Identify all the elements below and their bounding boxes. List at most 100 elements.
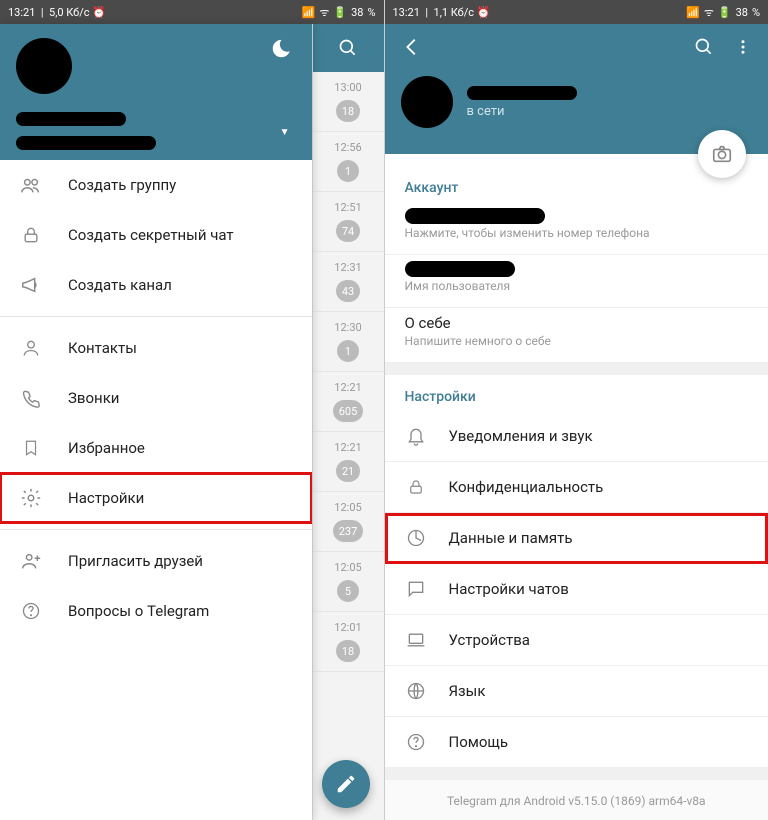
left-screenshot: 13:21 | 5,0 Кб/c ⏰ 📶 ᯤ 🔋 38 % 13:0018 12…: [0, 0, 384, 820]
account-info[interactable]: [16, 112, 296, 150]
profile-avatar[interactable]: [401, 76, 453, 128]
row-label: Помощь: [449, 733, 509, 751]
chat-item[interactable]: 12:055: [313, 552, 384, 612]
unread-badge: 43: [336, 280, 360, 302]
status-time: 13:21: [393, 6, 420, 19]
help-icon: [405, 731, 427, 753]
settings-toolbar: в сети: [385, 24, 768, 154]
menu-label: Настройки: [68, 489, 144, 507]
unread-badge: 18: [336, 640, 360, 662]
row-notifications[interactable]: Уведомления и звук: [385, 411, 768, 462]
globe-icon: [405, 680, 427, 702]
drawer-header: ▼: [0, 24, 312, 160]
menu-settings[interactable]: Настройки: [0, 473, 312, 523]
menu-contacts[interactable]: Контакты: [0, 323, 312, 373]
menu-calls[interactable]: Звонки: [0, 373, 312, 423]
menu-label: Создать канал: [68, 276, 172, 294]
row-data-storage[interactable]: Данные и память: [385, 513, 768, 564]
about-field[interactable]: О себе Напишите немного о себе: [385, 308, 768, 363]
signal-icon: 📶: [302, 6, 316, 19]
row-chat-settings[interactable]: Настройки чатов: [385, 564, 768, 615]
chat-item[interactable]: 12:30 1: [313, 312, 384, 372]
about-hint: Напишите немного о себе: [405, 334, 749, 348]
row-label: Язык: [449, 682, 486, 700]
chat-item[interactable]: 12:561: [313, 132, 384, 192]
battery-icon: 🔋: [333, 6, 347, 19]
back-button[interactable]: [401, 36, 423, 58]
wifi-icon: ᯤ: [319, 5, 329, 20]
add-person-icon: [20, 550, 42, 572]
menu-saved[interactable]: Избранное: [0, 423, 312, 473]
unread-badge: 605: [333, 400, 364, 422]
chat-time: 12:56: [334, 141, 361, 154]
chat-time: 12:30: [334, 321, 361, 334]
menu-create-channel[interactable]: Создать канал: [0, 260, 312, 310]
chat-item[interactable]: 12:21 21: [313, 432, 384, 492]
row-label: Данные и память: [449, 529, 573, 547]
row-language[interactable]: Язык: [385, 666, 768, 717]
row-label: Настройки чатов: [449, 580, 569, 598]
gap: [385, 768, 768, 780]
menu-invite[interactable]: Пригласить друзей: [0, 536, 312, 586]
help-icon: [20, 600, 42, 622]
chat-time: 13:00: [334, 81, 361, 94]
row-privacy[interactable]: Конфиденциальность: [385, 462, 768, 513]
unread-badge: 5: [337, 580, 359, 602]
chat-list-strip: 13:0018 12:561 12:5174 12:3143 12:301 12…: [312, 24, 384, 820]
menu-faq[interactable]: Вопросы о Telegram: [0, 586, 312, 636]
chat-item[interactable]: 12:5174: [313, 192, 384, 252]
status-bar: 13:21 | 5,0 Кб/c ⏰ 📶 ᯤ 🔋 38 %: [0, 0, 384, 24]
bell-icon: [405, 425, 427, 447]
unread-badge: 74: [336, 220, 360, 242]
more-icon[interactable]: [734, 37, 752, 57]
username-hint: Имя пользователя: [405, 279, 749, 293]
drawer-menu: Создать группу Создать секретный чат Соз…: [0, 160, 312, 820]
battery-icon: 🔋: [718, 6, 732, 19]
row-devices[interactable]: Устройства: [385, 615, 768, 666]
redacted-username: [405, 261, 515, 277]
menu-label: Звонки: [68, 389, 119, 407]
wifi-icon: ᯤ: [704, 5, 714, 20]
menu-label: Пригласить друзей: [68, 552, 203, 570]
search-button[interactable]: [313, 24, 384, 72]
chat-time: 12:21: [334, 441, 361, 454]
menu-create-group[interactable]: Создать группу: [0, 160, 312, 210]
row-help[interactable]: Помощь: [385, 717, 768, 768]
avatar[interactable]: [16, 38, 72, 94]
unread-badge: 21: [336, 460, 360, 482]
chat-item[interactable]: 13:0018: [313, 72, 384, 132]
separator: [0, 529, 312, 530]
status-bar: 13:21 | 1,1 Кб/c ⏰ 📶 ᯤ 🔋 38 %: [385, 0, 768, 24]
status-net: 5,0 Кб/c: [49, 6, 90, 19]
chat-item[interactable]: 12:01 18: [313, 612, 384, 672]
camera-fab[interactable]: [698, 130, 746, 178]
chat-time: 12:21: [334, 381, 361, 394]
menu-label: Избранное: [68, 439, 145, 457]
menu-label: Создать секретный чат: [68, 226, 234, 244]
bookmark-icon: [20, 437, 42, 459]
username-field[interactable]: Имя пользователя: [385, 255, 768, 308]
search-icon[interactable]: [694, 37, 714, 57]
menu-create-secret[interactable]: Создать секретный чат: [0, 210, 312, 260]
redacted-phone: [405, 208, 545, 224]
compose-fab[interactable]: [322, 760, 370, 808]
chat-item[interactable]: 12:05237: [313, 492, 384, 552]
settings-content[interactable]: Аккаунт Нажмите, чтобы изменить номер те…: [385, 154, 768, 820]
phone-field[interactable]: Нажмите, чтобы изменить номер телефона: [385, 202, 768, 255]
chat-item[interactable]: 12:21 605: [313, 372, 384, 432]
chat-item[interactable]: 12:3143: [313, 252, 384, 312]
separator: [0, 316, 312, 317]
row-label: Устройства: [449, 631, 530, 649]
gear-icon: [20, 487, 42, 509]
right-screenshot: 13:21 | 1,1 Кб/c ⏰ 📶 ᯤ 🔋 38 %: [384, 0, 768, 820]
menu-label: Создать группу: [68, 176, 176, 194]
unread-badge: 1: [337, 340, 359, 362]
unread-badge: 237: [333, 520, 364, 542]
group-icon: [20, 174, 42, 196]
lock-icon: [405, 476, 427, 498]
row-label: Конфиденциальность: [449, 478, 604, 496]
about-label: О себе: [405, 314, 749, 332]
night-mode-icon[interactable]: [270, 38, 292, 60]
chevron-down-icon[interactable]: ▼: [280, 127, 290, 138]
chat-time: 12:01: [334, 621, 361, 634]
